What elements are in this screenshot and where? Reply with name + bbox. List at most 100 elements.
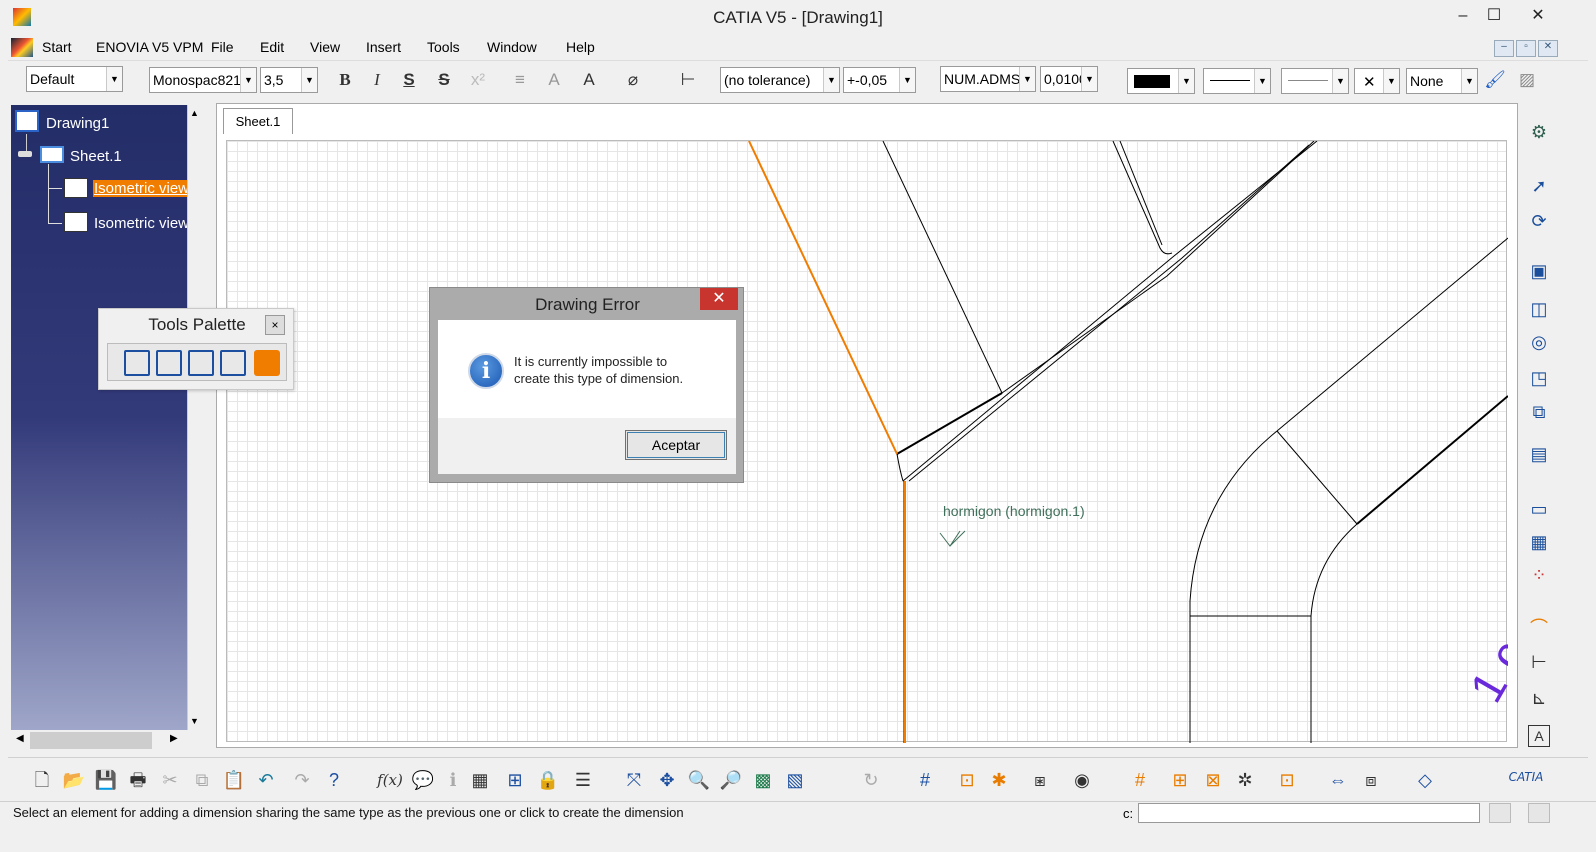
horizontal-dimension-icon[interactable] xyxy=(220,350,246,376)
detail-view-icon[interactable]: ◎ xyxy=(1525,328,1553,356)
pattern-combo[interactable]: ✕ ▼ xyxy=(1354,68,1400,94)
hatch-grid-icon[interactable]: # xyxy=(1127,767,1153,793)
menu-view[interactable]: View xyxy=(308,39,342,55)
precision-combo[interactable]: 0,0100 ▼ xyxy=(1040,66,1098,92)
scroll-up-icon[interactable]: ▲ xyxy=(190,108,199,118)
dimension-line-icon[interactable]: ⊢ xyxy=(676,68,700,92)
formula-icon[interactable]: f(x) xyxy=(377,767,403,793)
vertical-dimension-icon[interactable] xyxy=(188,350,214,376)
tree-item-sheet[interactable]: Sheet.1 xyxy=(70,148,122,165)
close-button[interactable]: ✕ xyxy=(1518,4,1558,28)
redo-icon[interactable]: ↷ xyxy=(289,767,315,793)
anchor-point-icon[interactable]: ⌀ xyxy=(621,68,645,92)
view-icon[interactable] xyxy=(64,212,88,232)
broken-view-icon[interactable]: ⧉ xyxy=(1525,398,1553,426)
painter-icon[interactable]: 🖌 xyxy=(1483,68,1507,92)
update-icon[interactable]: ↻ xyxy=(858,767,884,793)
render-icon[interactable]: ⊡ xyxy=(1274,767,1300,793)
macro-icon[interactable]: ☰ xyxy=(570,767,596,793)
command-button[interactable] xyxy=(1489,803,1511,823)
magnet-icon[interactable]: ✲ xyxy=(1232,767,1258,793)
new-sheet-icon[interactable]: ▭ xyxy=(1525,495,1553,523)
view-icon[interactable] xyxy=(64,178,88,198)
undo-icon[interactable]: ↶ xyxy=(253,767,279,793)
tools-palette[interactable]: Tools Palette × xyxy=(98,308,294,390)
zoom-area-icon[interactable]: ▩ xyxy=(750,767,776,793)
dimension-system-icon[interactable]: ◉ xyxy=(1069,767,1095,793)
command-input[interactable] xyxy=(1138,803,1480,823)
section-view-icon[interactable]: ◫ xyxy=(1525,295,1553,323)
doc-minimize-button[interactable]: – xyxy=(1494,40,1514,57)
lock-icon[interactable]: 🔒 xyxy=(535,767,561,793)
position-icon[interactable]: ⊞ xyxy=(1167,767,1193,793)
tree-item-isometric-view-active[interactable]: Isometric view xyxy=(93,180,187,197)
color-combo[interactable]: ▼ xyxy=(1127,68,1195,94)
scroll-thumb[interactable] xyxy=(30,732,152,749)
views-icon[interactable]: ▣ xyxy=(1525,257,1553,285)
projected-dimension-icon[interactable] xyxy=(124,350,150,376)
filter-icon[interactable]: ⧆ xyxy=(1027,767,1053,793)
geometry-creation-icon[interactable]: ⁘ xyxy=(1525,561,1553,589)
grid-icon[interactable]: # xyxy=(912,767,938,793)
menu-enovia[interactable]: ENOVIA V5 VPM xyxy=(94,39,205,55)
cut-icon[interactable]: ✂ xyxy=(157,767,183,793)
sheet-icon[interactable] xyxy=(40,146,64,163)
layer-icon[interactable]: ◇ xyxy=(1412,767,1438,793)
curve-icon[interactable]: ⌒ xyxy=(1525,614,1553,642)
parameter-icon[interactable]: ℹ xyxy=(440,767,466,793)
sheet-view-icon[interactable]: ▧ xyxy=(782,767,808,793)
help-icon[interactable]: ? xyxy=(321,767,347,793)
dialog-close-button[interactable]: ✕ xyxy=(700,288,738,310)
open-file-icon[interactable]: 📂 xyxy=(61,767,87,793)
tools-palette-close-button[interactable]: × xyxy=(265,315,285,335)
menu-start[interactable]: Start xyxy=(40,39,74,55)
copy-icon[interactable]: ⧉ xyxy=(189,767,215,793)
menu-file[interactable]: File xyxy=(209,39,236,55)
style-combo[interactable]: Default ▼ xyxy=(26,66,123,92)
font-combo[interactable]: Monospac821 ▼ xyxy=(149,67,257,93)
fit-all-icon[interactable]: ⤧ xyxy=(621,767,647,793)
tree-item-isometric-view[interactable]: Isometric view xyxy=(94,215,187,232)
save-icon[interactable]: 💾 xyxy=(93,767,119,793)
line-type-combo[interactable]: ▼ xyxy=(1281,68,1349,94)
wizard-icon[interactable]: ▤ xyxy=(1525,440,1553,468)
ok-button[interactable]: Aceptar xyxy=(625,430,727,460)
drawing-icon[interactable] xyxy=(15,110,39,132)
drawing-canvas[interactable]: 1 c hormigon (hormigon.1) xyxy=(226,140,1508,743)
minimize-button[interactable]: – xyxy=(1446,4,1480,28)
select-arrow-icon[interactable]: ➚ xyxy=(1525,172,1553,200)
new-file-icon[interactable]: 🗋 xyxy=(29,767,55,793)
strikethrough-button[interactable]: S xyxy=(432,68,456,92)
frame-title-icon[interactable]: ▦ xyxy=(1525,528,1553,556)
rotate-icon[interactable]: ⟳ xyxy=(1525,207,1553,235)
collapse-icon[interactable] xyxy=(18,151,32,157)
menu-window[interactable]: Window xyxy=(485,39,539,55)
dress-up-combo[interactable]: None ▼ xyxy=(1406,68,1478,94)
table-icon[interactable]: ▦ xyxy=(467,767,493,793)
dimension-tools-icon[interactable]: ⊾ xyxy=(1525,684,1553,712)
print-icon[interactable]: 🖶 xyxy=(125,767,151,793)
text-frame-icon[interactable]: A xyxy=(542,68,566,92)
knowledge-icon[interactable]: 💬 xyxy=(410,767,436,793)
analysis-display-icon[interactable]: ✱ xyxy=(986,767,1012,793)
menu-edit[interactable]: Edit xyxy=(258,39,286,55)
workbench-icon[interactable]: ⚙ xyxy=(1525,118,1553,146)
command-options-button[interactable] xyxy=(1528,803,1550,823)
doc-close-button[interactable]: ✕ xyxy=(1538,40,1558,57)
align-left-icon[interactable]: ≡ xyxy=(508,68,532,92)
zoom-out-icon[interactable]: 🔎 xyxy=(718,767,744,793)
scroll-down-icon[interactable]: ▼ xyxy=(190,716,199,726)
doc-restore-button[interactable]: ▫ xyxy=(1516,40,1536,57)
snap-point-icon[interactable]: ⊡ xyxy=(954,767,980,793)
superscript-icon[interactable]: x² xyxy=(466,68,490,92)
tab-sheet-1[interactable]: Sheet.1 xyxy=(223,108,293,134)
true-length-icon[interactable] xyxy=(254,350,280,376)
line-thickness-combo[interactable]: ▼ xyxy=(1203,68,1271,94)
tree-item-drawing[interactable]: Drawing1 xyxy=(46,115,109,132)
scroll-left-icon[interactable]: ◀ xyxy=(16,733,24,744)
tolerance-combo[interactable]: (no tolerance) ▼ xyxy=(720,67,840,93)
menu-tools[interactable]: Tools xyxy=(425,39,462,55)
align-icon[interactable]: ⊠ xyxy=(1200,767,1226,793)
measure-icon[interactable]: ⧈ xyxy=(1358,767,1384,793)
dimension-icon[interactable]: ⊢ xyxy=(1525,648,1553,676)
